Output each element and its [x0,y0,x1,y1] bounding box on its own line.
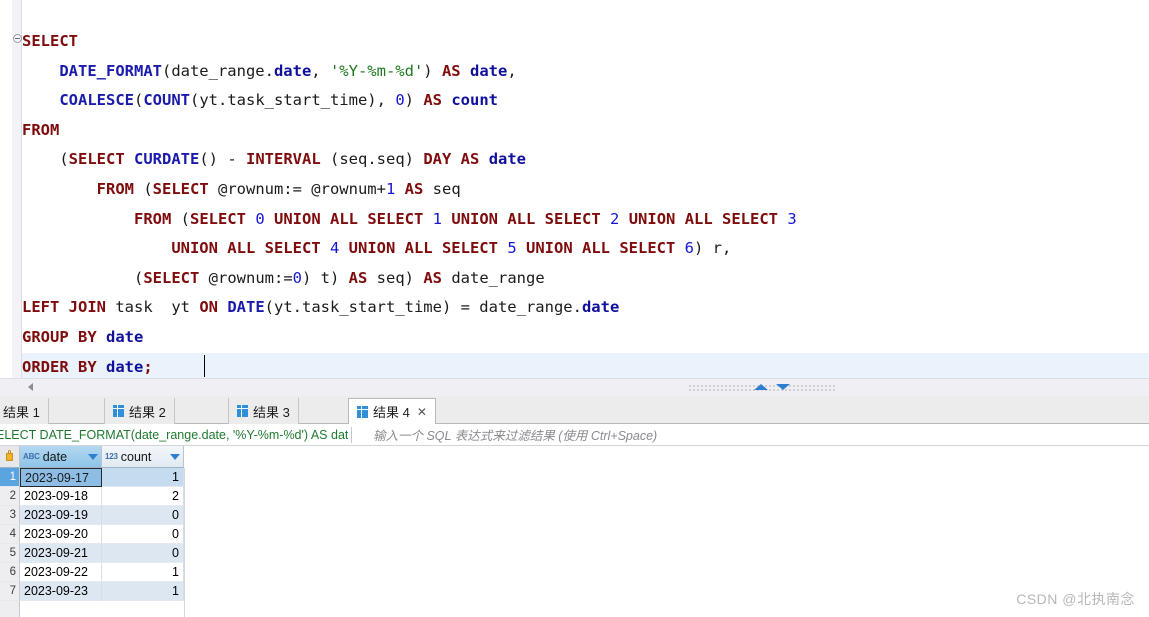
cell-date[interactable]: 2023-09-20 [20,525,102,544]
grid-icon [237,405,248,417]
cell-count[interactable]: 1 [102,582,184,601]
row-number[interactable]: 7 [0,582,20,601]
result-grid[interactable]: ABC date 123 count 1 2023-09-17 1 2 2023-09-18 2… [0,446,1149,617]
cell-count[interactable]: 0 [102,525,184,544]
code-line: (SELECT @rownum:=0) t) AS seq) AS date_r… [22,268,545,287]
column-header-date[interactable]: ABC date [20,446,102,468]
grid-body[interactable]: 1 2023-09-17 1 2 2023-09-18 2 3 2023-09-19 0 4 202… [0,468,1149,617]
row-number[interactable]: 4 [0,525,20,544]
table-row[interactable]: 1 2023-09-17 1 [0,468,1149,487]
grid-right-edge [184,468,185,617]
result-filter-bar[interactable]: ELECT DATE_FORMAT(date_range.date, '%Y-%… [0,424,1149,446]
row-number[interactable]: 6 [0,563,20,582]
chevron-down-icon[interactable] [88,453,98,460]
grid-icon [357,405,368,418]
code-line: FROM [22,120,60,139]
chevron-down-icon[interactable] [170,453,180,460]
cell-count[interactable]: 1 [102,563,184,582]
code-line: (SELECT CURDATE() - INTERVAL (seq.seq) D… [22,150,527,169]
chevron-left-icon[interactable] [28,383,33,391]
row-number[interactable]: 2 [0,487,20,506]
code-line: GROUP BY date [22,327,144,346]
table-row[interactable]: 4 2023-09-20 0 [0,525,1149,544]
tab-result-3[interactable]: 结果 3 [228,398,299,424]
tab-label: 结果 4 [373,405,410,420]
cell-date[interactable]: 2023-09-21 [20,544,102,563]
tab-label: 结果 3 [253,404,290,420]
tab-result-4[interactable]: 结果 4 ✕ [348,398,436,425]
editor-results-splitter[interactable] [0,378,1149,398]
table-row[interactable]: 6 2023-09-22 1 [0,563,1149,582]
code-line: FROM (SELECT 0 UNION ALL SELECT 1 UNION … [133,209,797,228]
tab-label: 结果 1 [3,404,40,420]
filter-input-placeholder[interactable]: 输入一个 SQL 表达式来过滤结果 (使用 Ctrl+Space) [373,425,657,444]
cell-count[interactable]: 0 [102,544,184,563]
row-number[interactable]: 5 [0,544,20,563]
row-number[interactable]: 1 [0,468,20,487]
column-header-label: count [120,449,152,464]
collapse-fold-icon[interactable] [13,34,22,43]
code-line: UNION ALL SELECT 4 UNION ALL SELECT 5 UN… [171,239,732,258]
tab-result-2[interactable]: 结果 2 [104,398,175,424]
column-header-count[interactable]: 123 count [102,446,184,468]
text-caret [204,355,205,377]
table-row[interactable]: 7 2023-09-23 1 [0,582,1149,601]
row-number-empty [0,601,20,617]
column-type-badge: ABC [23,452,40,461]
column-type-badge: 123 [105,452,118,461]
cell-date[interactable]: 2023-09-17 [20,468,102,487]
code-line: FROM (SELECT @rownum:= @rownum+1 AS seq [96,179,461,198]
grid-empty-row [0,601,1149,617]
sql-code-text[interactable]: SELECT DATE_FORMAT(date_range.date, '%Y-… [22,27,797,378]
csdn-watermark: CSDN @北执南念 [1016,591,1135,607]
close-icon[interactable]: ✕ [417,405,427,419]
column-header-label: date [42,449,68,464]
cell-date[interactable]: 2023-09-19 [20,506,102,525]
cell-count[interactable]: 1 [102,468,184,487]
tab-result-1[interactable]: 结果 1 [0,398,49,424]
cell-date[interactable]: 2023-09-23 [20,582,102,601]
table-row[interactable]: 5 2023-09-21 0 [0,544,1149,563]
expand-icon[interactable] [355,428,368,441]
grid-header-row[interactable]: ABC date 123 count [0,446,1149,468]
rownum-header [0,446,20,468]
grid-icon [113,405,124,417]
cell-date[interactable]: 2023-09-22 [20,563,102,582]
cell-count[interactable]: 2 [102,487,184,506]
code-line: SELECT [22,32,78,50]
code-line: LEFT JOIN task yt ON DATE(yt.task_start_… [22,298,620,317]
executed-query-label: ELECT DATE_FORMAT(date_range.date, '%Y-%… [0,427,348,442]
cell-count[interactable]: 0 [102,506,184,525]
table-row[interactable]: 2 2023-09-18 2 [0,487,1149,506]
chevron-down-icon[interactable] [776,384,790,390]
code-line: ORDER BY date; [22,357,153,376]
row-number[interactable]: 3 [0,506,20,525]
results-tabbar[interactable]: 结果 1 结果 2 结果 3 结果 4 ✕ [0,396,1149,425]
chevron-up-icon[interactable] [754,384,768,390]
table-row[interactable]: 3 2023-09-19 0 [0,506,1149,525]
lock-icon [6,449,13,461]
sql-editor-pane[interactable]: SELECT DATE_FORMAT(date_range.date, '%Y-… [0,0,1149,378]
filter-divider [351,426,352,443]
tab-label: 结果 2 [129,404,166,420]
editor-fold-rail [12,0,22,378]
code-line: COALESCE(COUNT(yt.task_start_time), 0) A… [59,91,499,110]
cell-date[interactable]: 2023-09-18 [20,487,102,506]
code-line: DATE_FORMAT(date_range.date, '%Y-%m-%d')… [59,61,517,80]
